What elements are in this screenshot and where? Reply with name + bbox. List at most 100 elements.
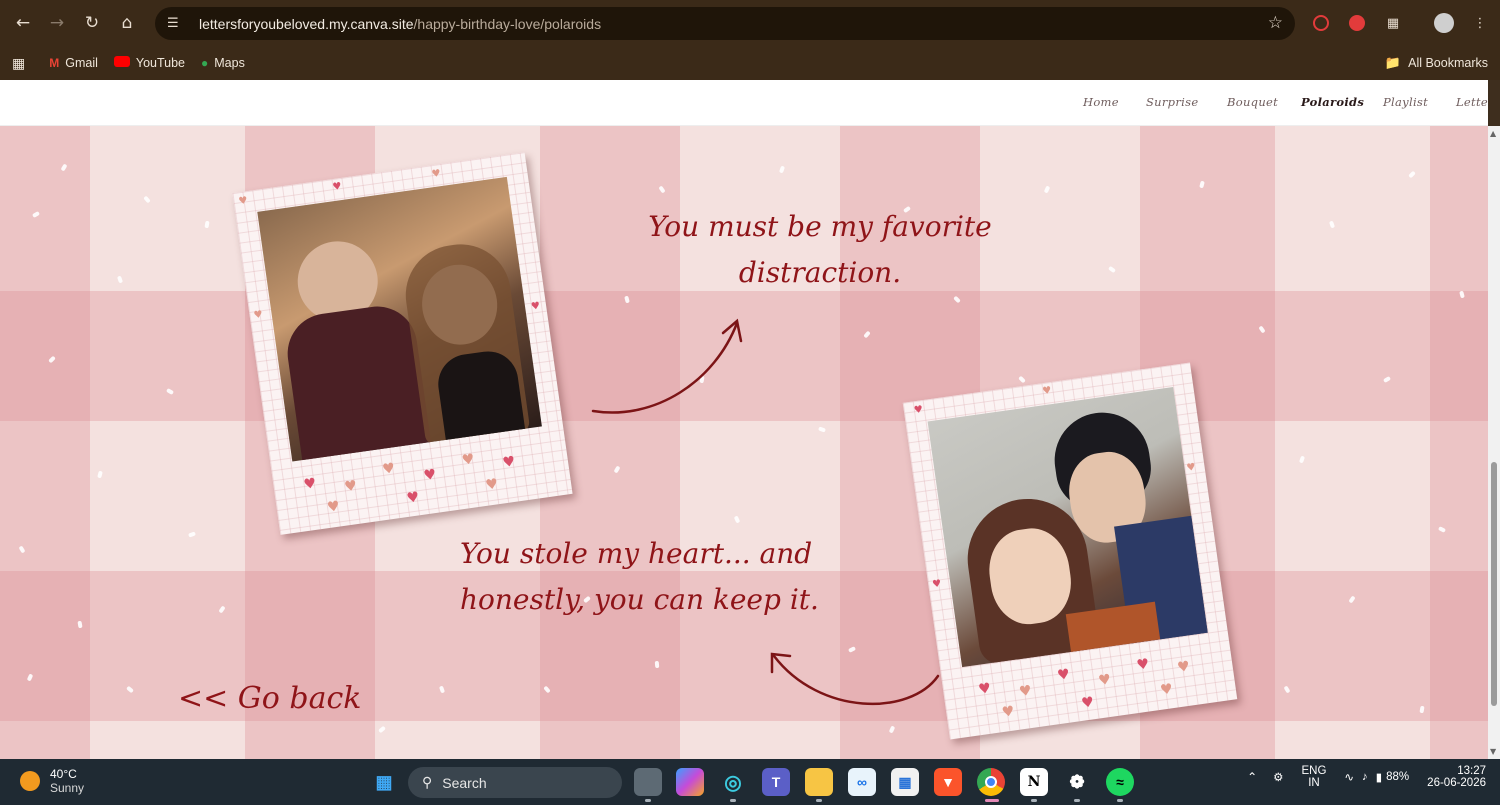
gmail-icon: M (49, 56, 60, 70)
extensions-puzzle-icon[interactable]: ▦ (1382, 12, 1404, 34)
polaroid-photo-2[interactable]: ♥ ♥ ♥ ♥ ♥ ♥ ♥ ♥ ♥ ♥ ♥ ♥ ♥ (902, 362, 1238, 740)
heart-icon: ♥ (1159, 681, 1174, 699)
folder-icon: 📁 (1384, 55, 1402, 70)
chrome-icon[interactable] (977, 768, 1005, 796)
edge-browser-icon[interactable]: ◎ (719, 768, 747, 796)
bookmarks-bar: ▦ M Gmail YouTube ● Maps 📁 All Bookmarks (0, 46, 1500, 80)
file-explorer-icon[interactable] (805, 768, 833, 796)
polaroid-photo-1[interactable]: ♥ ♥ ♥ ♥ ♥ ♥ ♥ ♥ ♥ ♥ ♥ ♥ ♥ ♥ (232, 152, 573, 535)
windows-taskbar: 40°C Sunny ▦ ⚲ Search ◎ T ∞ ▦ ▼ N ❁ ≈ ⌃ … (0, 759, 1500, 805)
battery-icon[interactable]: ▮ (1376, 770, 1382, 784)
system-tray: ⌃ ⚙ ENG IN ∿ ♪ ▮ 88% 13:27 26-06-2026 (1247, 765, 1486, 789)
teams-icon[interactable]: T (762, 768, 790, 796)
heart-icon: ♥ (1097, 671, 1112, 690)
nav-link-bouquet[interactable]: Bouquet (1227, 95, 1278, 109)
heart-icon: ♥ (484, 476, 500, 494)
youtube-icon (113, 56, 130, 70)
heart-icon: ♥ (1041, 385, 1053, 398)
clock[interactable]: 13:27 26-06-2026 (1427, 765, 1486, 789)
notion-icon[interactable]: N (1020, 768, 1048, 796)
apps-grid-icon[interactable]: ▦ (12, 55, 25, 72)
couple-photo-1 (257, 176, 542, 462)
go-back-link[interactable]: << Go back (178, 681, 361, 716)
heart-icon: ♥ (302, 475, 318, 494)
heart-icon: ♥ (1080, 694, 1095, 712)
back-icon[interactable]: ← (6, 6, 40, 40)
heart-icon: ♥ (343, 477, 359, 496)
bookmark-gmail[interactable]: M Gmail (49, 56, 98, 70)
reload-icon[interactable]: ↻ (75, 6, 109, 40)
url-text[interactable]: lettersforyoubeloved.my.canva.site/happy… (199, 16, 601, 32)
all-bookmarks-button[interactable]: 📁 All Bookmarks (1385, 55, 1488, 71)
status-icon[interactable]: ⚙ (1273, 770, 1283, 784)
heart-icon: ♥ (913, 404, 924, 417)
caption-favorite-distraction: You must be my favorite distraction. (648, 210, 992, 289)
brave-browser-icon[interactable]: ▼ (934, 768, 962, 796)
heart-icon: ♥ (460, 451, 476, 469)
arrow-decoration-2 (770, 652, 940, 706)
forward-icon[interactable]: → (40, 6, 74, 40)
scrollbar-thumb[interactable] (1491, 462, 1497, 706)
heart-icon: ♥ (1185, 461, 1197, 474)
web-page: Home Surprise Bouquet Polaroids Playlist… (0, 80, 1488, 759)
extension-record-icon[interactable] (1310, 12, 1332, 34)
heart-icon: ♥ (422, 466, 438, 485)
heart-icon: ♥ (1176, 658, 1191, 677)
microsoft-store-icon[interactable]: ▦ (891, 768, 919, 796)
home-icon[interactable]: ⌂ (110, 6, 144, 40)
scroll-down-icon[interactable]: ▼ (1490, 747, 1496, 756)
wifi-icon[interactable]: ∿ (1344, 770, 1354, 784)
heart-icon: ♥ (1000, 703, 1016, 721)
heart-icon: ♥ (431, 168, 442, 181)
task-view-icon[interactable] (634, 768, 662, 796)
nav-link-surprise[interactable]: Surprise (1146, 95, 1198, 109)
nav-link-polaroids[interactable]: Polaroids (1301, 95, 1364, 109)
caption-stole-my-heart: You stole my heart... and honestly, you … (460, 537, 819, 616)
browser-menu-icon[interactable]: ⋮ (1469, 12, 1491, 34)
heart-icon: ♥ (501, 453, 517, 472)
spotify-icon[interactable]: ≈ (1106, 768, 1134, 796)
browser-toolbar: ← → ↻ ⌂ ☰ lettersforyoubeloved.my.canva.… (0, 0, 1500, 46)
nav-link-home[interactable]: Home (1083, 95, 1119, 109)
page-scrollbar[interactable]: ▲ ▼ (1488, 126, 1500, 759)
nav-link-playlist[interactable]: Playlist (1383, 95, 1428, 109)
search-icon: ⚲ (422, 774, 433, 790)
heart-icon: ♥ (1018, 682, 1033, 701)
heart-icon: ♥ (1135, 656, 1151, 674)
copilot-icon[interactable] (676, 768, 704, 796)
weather-widget[interactable]: 40°C Sunny (20, 767, 84, 795)
gingham-background: ♥ ♥ ♥ ♥ ♥ ♥ ♥ ♥ ♥ ♥ ♥ ♥ ♥ ♥ ♥ ♥ ♥ ♥ ♥ ♥ … (0, 126, 1488, 759)
bookmark-star-icon[interactable]: ☆ (1268, 13, 1283, 33)
address-bar[interactable]: ☰ lettersforyoubeloved.my.canva.site/hap… (155, 7, 1295, 40)
arrow-decoration-1 (591, 318, 743, 414)
heart-icon: ♥ (977, 680, 993, 699)
nav-link-letter[interactable]: Letter (1456, 95, 1488, 109)
sun-icon (20, 771, 40, 791)
battery-percent: 88% (1386, 771, 1410, 783)
windows-start-icon[interactable]: ▦ (370, 768, 398, 796)
couple-photo-2 (927, 387, 1208, 668)
heart-icon: ♥ (405, 489, 421, 507)
profile-avatar[interactable] (1433, 12, 1455, 34)
heart-icon: ♥ (237, 195, 249, 208)
scroll-up-icon[interactable]: ▲ (1490, 129, 1496, 138)
bookmark-maps[interactable]: ● Maps (201, 56, 245, 70)
heart-icon: ♥ (1056, 666, 1071, 684)
taskbar-search[interactable]: ⚲ Search (408, 767, 622, 798)
heart-icon: ♥ (331, 181, 343, 194)
remote-desktop-icon[interactable]: ∞ (848, 768, 876, 796)
extension-stop-icon[interactable] (1346, 12, 1368, 34)
bookmark-youtube[interactable]: YouTube (113, 56, 185, 70)
site-info-icon[interactable]: ☰ (167, 16, 191, 31)
heart-icon: ♥ (530, 300, 541, 313)
chevron-up-icon[interactable]: ⌃ (1247, 770, 1257, 784)
chatgpt-icon[interactable]: ❁ (1063, 768, 1091, 796)
site-navigation: Home Surprise Bouquet Polaroids Playlist… (0, 80, 1488, 126)
language-indicator[interactable]: ENG IN (1301, 765, 1326, 789)
heart-icon: ♥ (381, 460, 396, 478)
heart-icon: ♥ (931, 578, 943, 591)
volume-icon[interactable]: ♪ (1362, 771, 1368, 783)
heart-icon: ♥ (252, 309, 264, 322)
maps-icon: ● (201, 56, 209, 70)
heart-icon: ♥ (326, 498, 341, 517)
